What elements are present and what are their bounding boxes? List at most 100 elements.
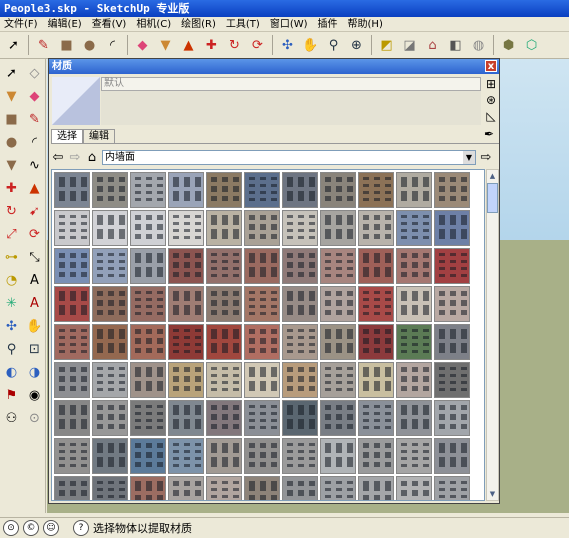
sample-paint-icon[interactable]: ✒ xyxy=(484,127,494,141)
walk-icon[interactable]: ⚇ xyxy=(1,407,22,429)
material-swatch[interactable] xyxy=(358,172,394,208)
material-swatch[interactable] xyxy=(206,476,242,500)
material-swatch[interactable] xyxy=(168,172,204,208)
material-swatch[interactable] xyxy=(320,362,356,398)
material-swatch[interactable] xyxy=(244,362,280,398)
material-swatch[interactable] xyxy=(282,400,318,436)
material-swatch[interactable] xyxy=(92,400,128,436)
forward-arrow-icon[interactable]: ⇨ xyxy=(68,150,82,165)
material-swatch[interactable] xyxy=(358,400,394,436)
display-secondary-icon[interactable]: ◺ xyxy=(486,109,495,123)
material-swatch[interactable] xyxy=(92,286,128,322)
zoom-extents-icon[interactable]: ⊕ xyxy=(346,35,367,56)
material-swatch[interactable] xyxy=(282,476,318,500)
material-swatch[interactable] xyxy=(358,286,394,322)
scale-icon[interactable]: ⤢ xyxy=(1,223,22,245)
material-swatch[interactable] xyxy=(282,172,318,208)
scroll-up-icon[interactable]: ▲ xyxy=(487,170,498,182)
zoom-icon[interactable]: ⚲ xyxy=(1,338,22,360)
material-swatch[interactable] xyxy=(434,286,470,322)
material-swatch[interactable] xyxy=(206,400,242,436)
iso-view-icon[interactable]: ◪ xyxy=(399,35,420,56)
material-swatch[interactable] xyxy=(320,400,356,436)
material-swatch[interactable] xyxy=(168,400,204,436)
material-swatch[interactable] xyxy=(206,324,242,360)
material-swatch[interactable] xyxy=(320,248,356,284)
menu-camera[interactable]: 相机(C) xyxy=(136,17,171,31)
help-icon[interactable]: ? xyxy=(73,520,89,536)
material-swatch[interactable] xyxy=(130,362,166,398)
tape-measure-icon[interactable]: ⊶ xyxy=(1,246,22,268)
material-name-field[interactable]: 默认 xyxy=(101,77,481,91)
material-swatch[interactable] xyxy=(434,324,470,360)
zoom-icon[interactable]: ⚲ xyxy=(323,35,344,56)
material-swatch[interactable] xyxy=(396,400,432,436)
axes-icon[interactable]: ✳ xyxy=(1,292,22,314)
offset-icon[interactable]: ⟳ xyxy=(247,35,268,56)
arc-icon[interactable]: ◜ xyxy=(102,35,123,56)
material-swatch[interactable] xyxy=(54,286,90,322)
material-swatch[interactable] xyxy=(320,324,356,360)
material-swatch[interactable] xyxy=(206,248,242,284)
material-swatch[interactable] xyxy=(358,362,394,398)
dimension-icon[interactable]: ⤡ xyxy=(24,246,45,268)
previous-view-icon[interactable]: ◐ xyxy=(1,361,22,383)
material-swatch[interactable] xyxy=(54,362,90,398)
zoom-window-icon[interactable]: ⊡ xyxy=(24,338,45,360)
material-swatch[interactable] xyxy=(320,210,356,246)
home-icon[interactable]: ⌂ xyxy=(85,150,99,165)
material-swatch[interactable] xyxy=(54,400,90,436)
library-select[interactable]: 内墙面 ▼ xyxy=(102,149,476,165)
circle-icon[interactable]: ● xyxy=(1,131,22,153)
material-swatch[interactable] xyxy=(92,172,128,208)
move-icon[interactable]: ✚ xyxy=(201,35,222,56)
material-swatch[interactable] xyxy=(130,438,166,474)
material-swatch[interactable] xyxy=(206,210,242,246)
top-view-icon[interactable]: ⌂ xyxy=(422,35,443,56)
circle-icon[interactable]: ● xyxy=(79,35,100,56)
pencil-icon[interactable]: ✎ xyxy=(24,108,45,130)
details-arrow-icon[interactable]: ⇨ xyxy=(479,150,493,165)
material-swatch[interactable] xyxy=(206,172,242,208)
material-swatch[interactable] xyxy=(396,248,432,284)
material-swatch[interactable] xyxy=(434,362,470,398)
menu-view[interactable]: 查看(V) xyxy=(92,17,127,31)
tab-select[interactable]: 选择 xyxy=(51,129,83,143)
material-swatch[interactable] xyxy=(54,476,90,500)
move-icon[interactable]: ✚ xyxy=(1,177,22,199)
create-material-icon[interactable]: ⊞ xyxy=(486,77,496,91)
material-swatch[interactable] xyxy=(358,476,394,500)
material-swatch[interactable] xyxy=(92,438,128,474)
material-swatch[interactable] xyxy=(92,248,128,284)
material-swatch[interactable] xyxy=(396,210,432,246)
menu-draw[interactable]: 绘图(R) xyxy=(181,17,216,31)
orbit-icon[interactable]: ✣ xyxy=(277,35,298,56)
menu-help[interactable]: 帮助(H) xyxy=(348,17,383,31)
material-swatch[interactable] xyxy=(130,476,166,500)
material-swatch[interactable] xyxy=(244,476,280,500)
material-swatch[interactable] xyxy=(244,438,280,474)
polygon-icon[interactable]: ▼ xyxy=(1,154,22,176)
material-swatch[interactable] xyxy=(434,210,470,246)
material-swatch[interactable] xyxy=(434,476,470,500)
material-swatch[interactable] xyxy=(92,476,128,500)
pan-icon[interactable]: ✋ xyxy=(300,35,321,56)
menu-plugins[interactable]: 插件 xyxy=(318,17,338,31)
user-icon[interactable]: ☺ xyxy=(43,520,59,536)
back-arrow-icon[interactable]: ⇦ xyxy=(51,150,65,165)
offset-icon[interactable]: ⟳ xyxy=(24,223,45,245)
material-swatch[interactable] xyxy=(168,210,204,246)
eraser-icon[interactable]: ◆ xyxy=(24,85,45,107)
material-swatch[interactable] xyxy=(168,286,204,322)
material-swatch[interactable] xyxy=(282,438,318,474)
arc-icon[interactable]: ◜ xyxy=(24,131,45,153)
credits-icon[interactable]: © xyxy=(23,520,39,536)
material-swatch[interactable] xyxy=(130,324,166,360)
freehand-icon[interactable]: ∿ xyxy=(24,154,45,176)
scroll-down-icon[interactable]: ▼ xyxy=(487,488,498,500)
select-icon[interactable]: ➚ xyxy=(1,62,22,84)
rotate-icon[interactable]: ↻ xyxy=(224,35,245,56)
position-camera-icon[interactable]: ⚑ xyxy=(1,384,22,406)
material-swatch[interactable] xyxy=(92,362,128,398)
rectangle-icon[interactable]: ■ xyxy=(1,108,22,130)
